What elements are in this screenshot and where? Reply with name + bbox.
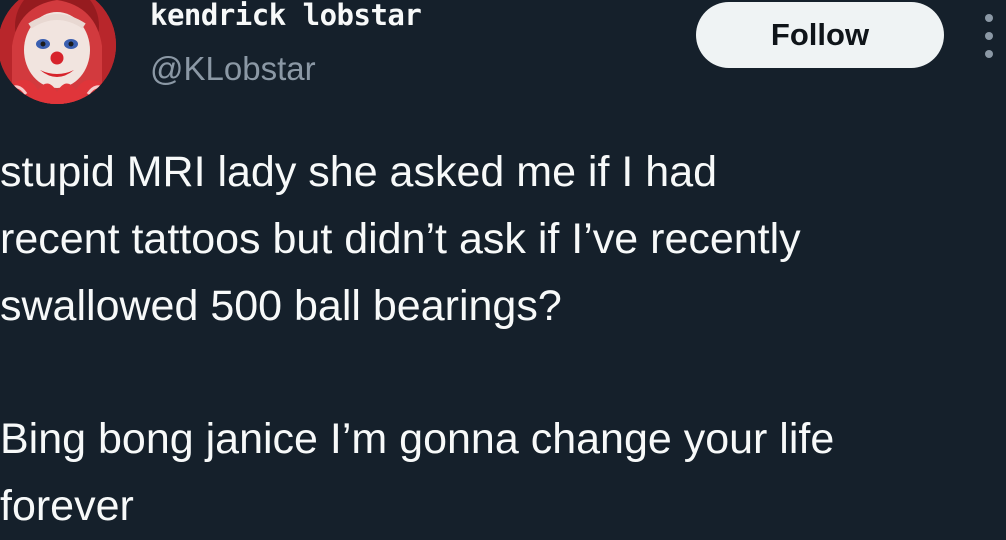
more-vertical-icon[interactable]: [976, 14, 1002, 58]
avatar[interactable]: [0, 0, 116, 104]
tweet-line: Bing bong janice I’m gonna change your l…: [0, 415, 835, 463]
paragraph-break: [0, 340, 1006, 406]
author-handle[interactable]: @KLobstar: [150, 50, 316, 88]
clown-face-avatar: [0, 0, 116, 104]
more-dot: [985, 50, 993, 58]
author-display-name[interactable]: kendrick lobstar: [150, 0, 422, 32]
more-dot: [985, 32, 993, 40]
tweet-line: recent tattoos but didn’t ask if I’ve re…: [0, 215, 801, 263]
tweet-line: stupid MRI lady she asked me if I had: [0, 148, 718, 196]
tweet-line: swallowed 500 ball bearings?: [0, 282, 562, 330]
more-dot: [985, 14, 993, 22]
follow-button[interactable]: Follow: [696, 2, 944, 68]
tweet-text: stupid MRI lady she asked me if I had re…: [0, 139, 1006, 540]
tweet-line: forever: [0, 482, 134, 530]
